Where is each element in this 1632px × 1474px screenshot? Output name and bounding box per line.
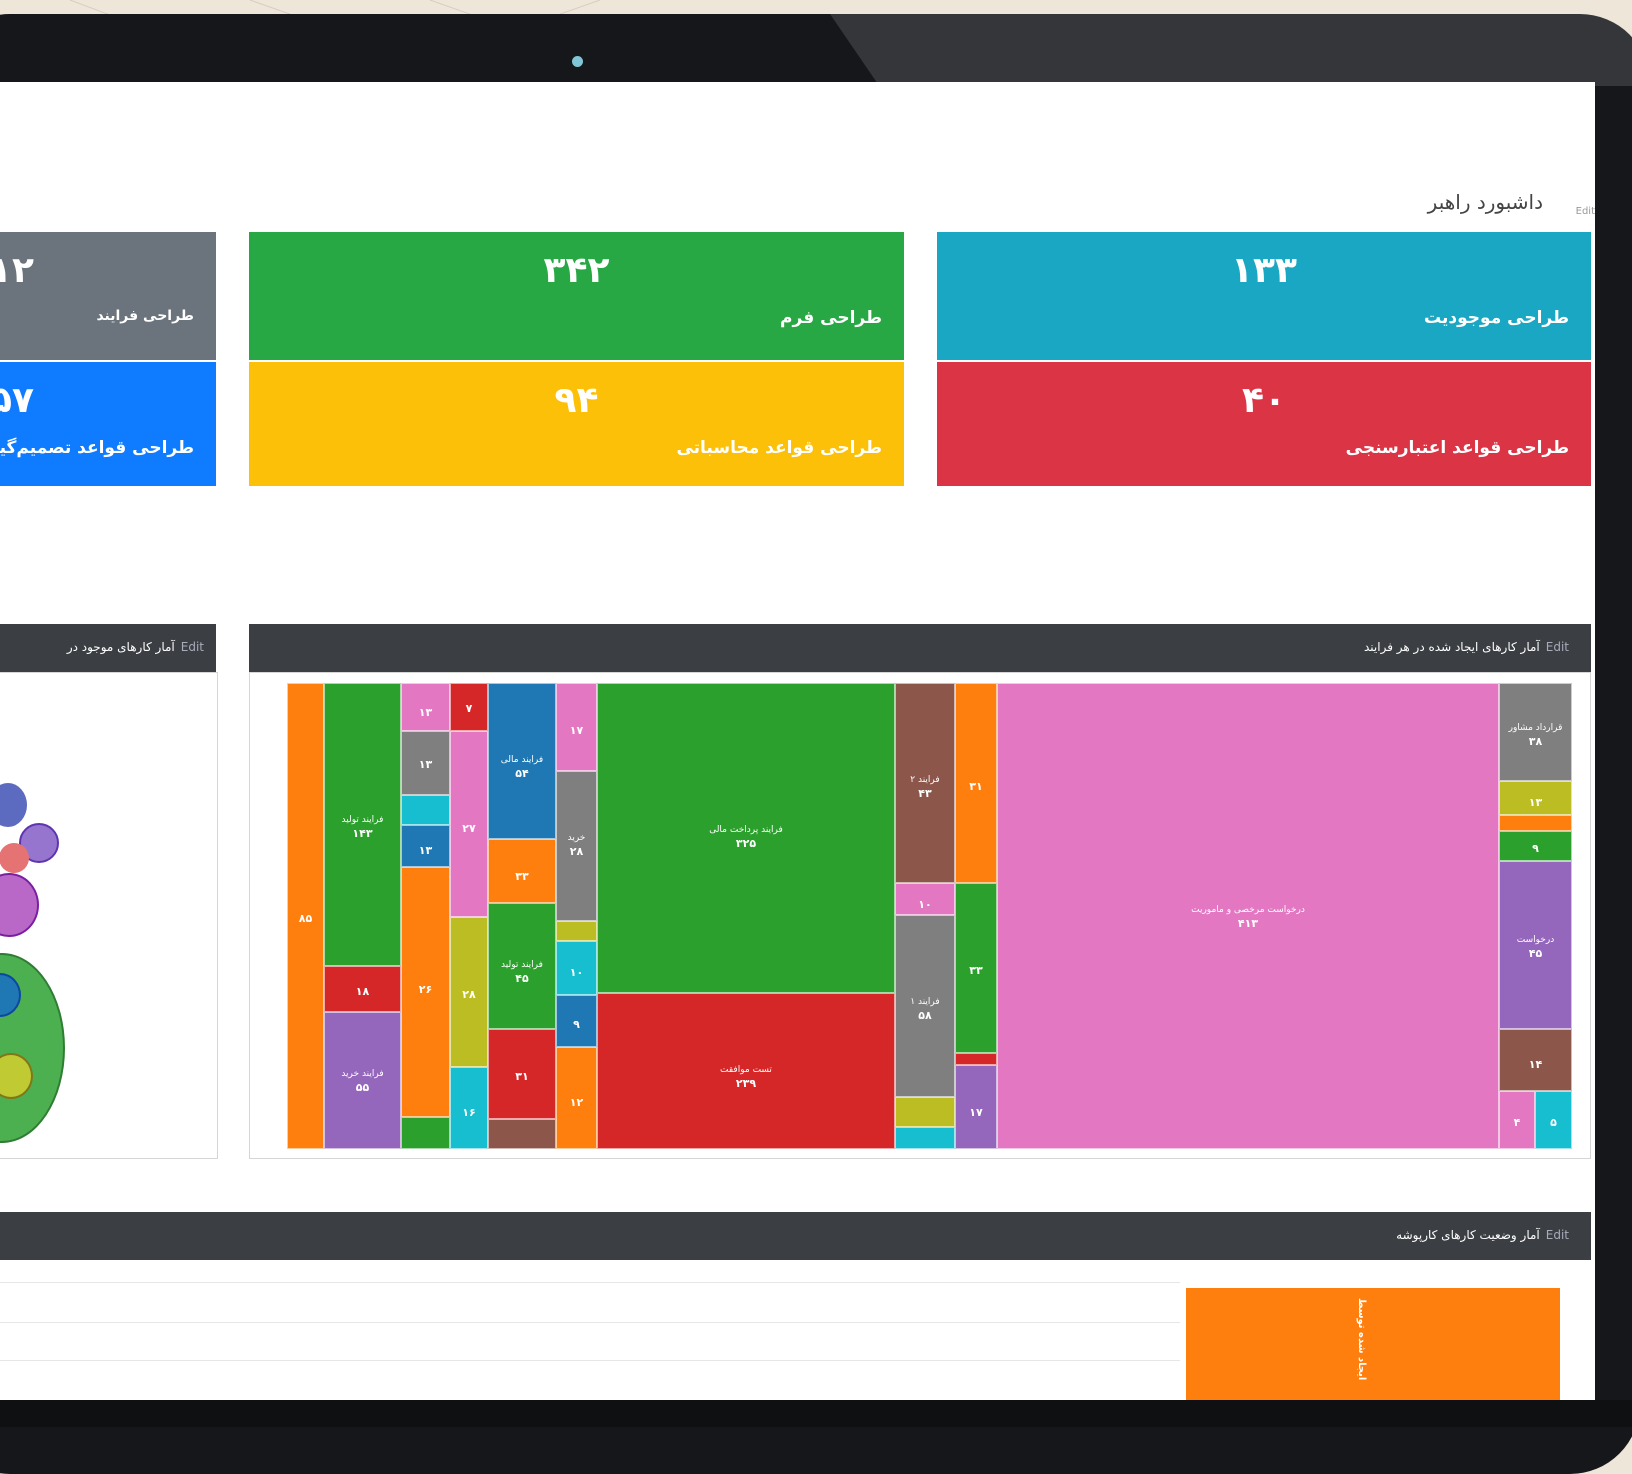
treemap-cell[interactable]: ۹ [1499, 831, 1572, 861]
treemap-cell[interactable]: ۱۴ [1499, 1029, 1572, 1091]
page-title: داشبورد راهبر [1427, 190, 1543, 214]
treemap-cell[interactable]: ۳۳ [488, 839, 556, 903]
treemap-cell[interactable]: ۱۰ [895, 883, 955, 915]
treemap-cell[interactable]: ۱۸ [324, 966, 401, 1012]
treemap-cell[interactable]: فرایند ۲ ۴۳ [895, 683, 955, 883]
laptop-bottom-edge [0, 1400, 1632, 1427]
treemap-cell[interactable] [401, 1117, 450, 1149]
bubble[interactable] [0, 783, 27, 827]
panel-title: آمار وضعیت کارهای کارپوشه [1396, 1228, 1540, 1242]
treemap-cell[interactable] [955, 1053, 997, 1065]
edit-link[interactable]: Edit [1576, 206, 1595, 217]
bubble[interactable] [0, 873, 39, 937]
treemap-cell[interactable]: فرایند خرید ۵۵ [324, 1012, 401, 1149]
treemap-cell[interactable]: ۱۷ [556, 683, 597, 771]
card-entity[interactable]: ۱۳۳ طراحی موجودیت [937, 232, 1591, 360]
treemap-cell[interactable]: فرایند مالی ۵۴ [488, 683, 556, 839]
treemap-cell[interactable]: ۱۳ [401, 731, 450, 795]
treemap-cell[interactable]: ۲۶ [401, 867, 450, 1117]
treemap-cell[interactable] [556, 921, 597, 941]
bezel-shine [830, 14, 1632, 86]
treemap-cell[interactable]: ۲۷ [450, 731, 488, 917]
card-validation[interactable]: ۴۰ طراحی قواعد اعتبارسنجی [937, 362, 1591, 486]
treemap-cell[interactable]: درخواست مرخصی و ماموریت ۴۱۳ [997, 683, 1499, 1149]
card-label: طراحی قواعد اعتبارسنجی [1345, 438, 1569, 458]
bubble[interactable] [0, 843, 29, 873]
card-decision[interactable]: ۵۷ طراحی قواعد تصمیم‌گیری [0, 362, 216, 486]
card-process[interactable]: ۱۲ طراحی فرایند [0, 232, 216, 360]
treemap-cell[interactable]: ۳۳ [955, 883, 997, 1053]
card-calculation[interactable]: ۹۴ طراحی قواعد محاسباتی [249, 362, 904, 486]
treemap-cell[interactable]: قرارداد مشاور ۳۸ [1499, 683, 1572, 781]
treemap-cell[interactable]: ۵ [1535, 1091, 1572, 1149]
card-label: طراحی فرایند [96, 308, 194, 324]
treemap-cell[interactable]: ۱۳ [401, 825, 450, 867]
bubble-panel-header: Edit آمار کارهای موجود در [0, 624, 216, 672]
card-form[interactable]: ۳۴۲ طراحی فرم [249, 232, 904, 360]
card-label: طراحی موجودیت [1424, 308, 1569, 328]
treemap-cell[interactable]: فرایند تولید ۴۵ [488, 903, 556, 1029]
status-panel-header: Edit آمار وضعیت کارهای کارپوشه [0, 1212, 1591, 1260]
status-bar-label: ایجاد شده توسط [1356, 1298, 1367, 1381]
treemap-panel-header: Edit آمار کارهای ایجاد شده در هر فرایند [249, 624, 1591, 672]
card-value: ۱۳۳ [1231, 250, 1297, 291]
treemap-cell[interactable]: ۹ [556, 995, 597, 1047]
treemap-cell[interactable]: فرایند ۱ ۵۸ [895, 915, 955, 1097]
edit-link[interactable]: Edit [181, 640, 204, 654]
treemap-cell[interactable]: ۱۰ [556, 941, 597, 995]
treemap-cell[interactable]: فرایند تولید ۱۴۳ [324, 683, 401, 966]
card-value: ۵۷ [0, 380, 34, 421]
treemap-cell[interactable] [895, 1097, 955, 1127]
treemap-cell[interactable] [488, 1119, 556, 1149]
screen: داشبورد راهبر Edit ۱۳۳ طراحی موجودیت ۳۴۲… [0, 82, 1595, 1400]
treemap-cell[interactable]: ۲۸ [450, 917, 488, 1067]
camera-icon [572, 56, 583, 67]
treemap-cell[interactable]: ۱۲ [556, 1047, 597, 1149]
treemap-cell[interactable] [401, 795, 450, 825]
card-value: ۹۴ [554, 380, 599, 421]
treemap-cell[interactable]: درخواست ۴۵ [1499, 861, 1572, 1029]
status-chart: ایجاد شده توسط [0, 1260, 1595, 1400]
card-value: ۱۲ [0, 250, 34, 291]
treemap-cell[interactable]: ۱۳ [1499, 781, 1572, 815]
treemap-cell[interactable]: تست موافقت ۲۳۹ [597, 993, 895, 1149]
treemap-cell[interactable]: ۱۷ [955, 1065, 997, 1149]
bubble-panel [0, 672, 218, 1159]
treemap-cell[interactable]: ۳۱ [488, 1029, 556, 1119]
treemap-cell[interactable]: ۷ [450, 683, 488, 731]
treemap-cell[interactable]: ۸۵ [287, 683, 324, 1149]
treemap-cell[interactable]: ۴ [1499, 1091, 1535, 1149]
panel-title: آمار کارهای موجود در [66, 640, 175, 654]
status-bar[interactable]: ایجاد شده توسط [1186, 1288, 1560, 1400]
panel-title: آمار کارهای ایجاد شده در هر فرایند [1364, 640, 1540, 654]
treemap-panel: درخواست مرخصی و ماموریت ۴۱۳ فرایند پرداخت… [249, 672, 1591, 1159]
treemap-cell[interactable]: فرایند پرداخت مالی ۳۲۵ [597, 683, 895, 993]
edit-link[interactable]: Edit [1546, 640, 1569, 654]
card-label: طراحی فرم [780, 308, 882, 328]
card-value: ۴۰ [1242, 380, 1286, 421]
treemap-cell[interactable] [1499, 815, 1572, 831]
edit-link[interactable]: Edit [1546, 1228, 1569, 1242]
treemap-cell[interactable] [895, 1127, 955, 1149]
treemap-chart: درخواست مرخصی و ماموریت ۴۱۳ فرایند پرداخت… [287, 683, 1572, 1149]
treemap-cell[interactable]: خرید ۲۸ [556, 771, 597, 921]
card-label: طراحی قواعد تصمیم‌گیری [0, 438, 194, 458]
treemap-cell[interactable]: ۱۶ [450, 1067, 488, 1149]
treemap-cell[interactable]: ۱۳ [401, 683, 450, 731]
card-label: طراحی قواعد محاسباتی [676, 438, 882, 458]
card-value: ۳۴۲ [543, 250, 610, 291]
treemap-cell[interactable]: ۳۱ [955, 683, 997, 883]
